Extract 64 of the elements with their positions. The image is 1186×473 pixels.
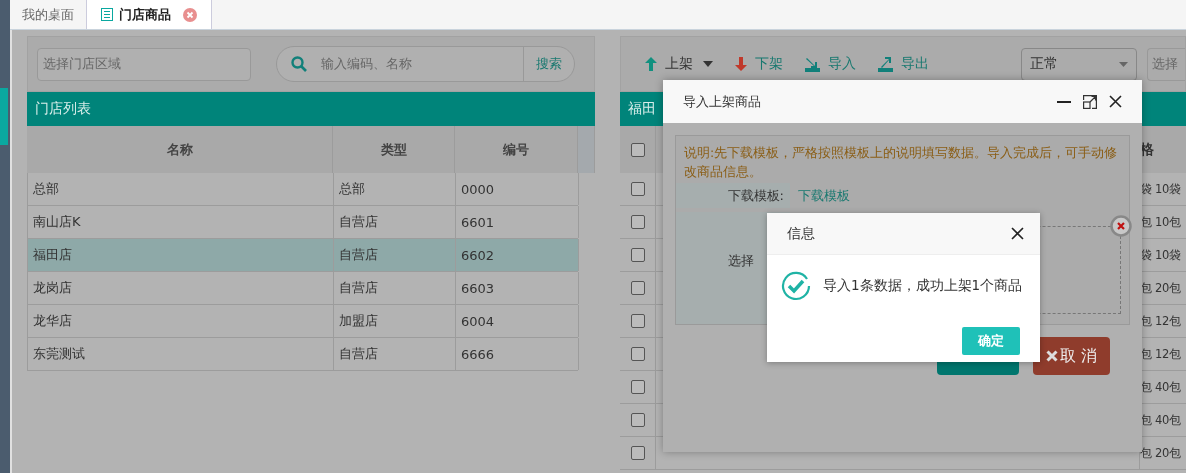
caret-icon <box>703 61 713 67</box>
table-cell: 总部 <box>28 173 334 205</box>
search-icon <box>291 56 307 72</box>
table-cell: 福田店 <box>28 239 334 271</box>
checkbox[interactable] <box>630 347 645 361</box>
cancel-button[interactable]: 取 消 <box>1033 337 1110 375</box>
table-cell: 南山店K <box>28 206 334 238</box>
table-cell: 6004 <box>456 305 579 337</box>
column-header: 类型 <box>333 126 455 173</box>
down-arrow-icon <box>735 57 747 71</box>
dialog-title: 导入上架商品 <box>683 92 762 111</box>
table-row[interactable]: 龙华店 加盟店 6004 <box>27 305 578 338</box>
table-cell: 自营店 <box>334 272 456 304</box>
table-cell: 自营店 <box>334 338 456 370</box>
sidebar-highlight <box>0 88 8 145</box>
table-row[interactable]: 福田店 自营店 6602 <box>27 239 578 272</box>
dialog-title: 信息 <box>787 224 815 243</box>
table-row[interactable]: 东莞测试 自营店 6666 <box>27 338 578 371</box>
table-cell: 龙岗店 <box>28 272 334 304</box>
table-cell: 自营店 <box>334 206 456 238</box>
tab[interactable]: 我的桌面 <box>10 0 86 29</box>
export-icon <box>878 56 893 72</box>
table-cell: 6601 <box>456 206 579 238</box>
close-icon <box>1045 350 1058 362</box>
close-icon[interactable] <box>1109 95 1122 108</box>
caret-icon <box>1119 61 1128 67</box>
instruction-text: 说明:先下载模板，严格按照模板上的说明填写数据。导入完成后，可手动修改商品信息。 <box>683 144 1119 181</box>
maximize-icon[interactable] <box>1083 94 1097 109</box>
checkbox[interactable] <box>630 142 645 157</box>
table-cell: 龙华店 <box>28 305 334 337</box>
checkbox[interactable] <box>630 215 645 229</box>
close-icon[interactable] <box>1011 227 1024 240</box>
checkbox[interactable] <box>630 248 645 262</box>
column-header: 名称 <box>27 126 333 173</box>
table-row[interactable]: 南山店K 自营店 6601 <box>27 206 578 239</box>
tab[interactable]: 门店商品 <box>86 0 212 29</box>
message-text: 导入1条数据，成功上架1个商品 <box>823 277 1023 295</box>
table-cell: 总部 <box>334 173 456 205</box>
column-header: 编号 <box>455 126 578 173</box>
remove-icon[interactable] <box>1110 214 1132 237</box>
table-cell: 自营店 <box>334 239 456 271</box>
table-cell: 加盟店 <box>334 305 456 337</box>
minimize-icon[interactable] <box>1057 100 1071 103</box>
checkbox[interactable] <box>630 446 645 460</box>
toolbar-button[interactable]: 上架 <box>645 55 713 73</box>
checkbox[interactable] <box>630 380 645 394</box>
panel-title: 门店列表 <box>27 92 595 126</box>
import-icon <box>805 56 820 72</box>
up-arrow-icon <box>645 57 657 71</box>
checkbox[interactable] <box>630 182 645 196</box>
table-cell: 0000 <box>456 173 579 205</box>
checkbox[interactable] <box>630 314 645 328</box>
table-row[interactable]: 总部 总部 0000 <box>27 173 578 206</box>
table-cell: 东莞测试 <box>28 338 334 370</box>
form-label: 下载模板: <box>676 183 790 208</box>
table-row[interactable]: 龙岗店 自营店 6603 <box>27 272 578 305</box>
list-icon <box>101 8 113 21</box>
table-cell: 6666 <box>456 338 579 370</box>
table-cell: 6603 <box>456 272 579 304</box>
table-cell: 6602 <box>456 239 579 271</box>
success-icon <box>781 271 811 301</box>
checkbox[interactable] <box>630 281 645 295</box>
header-filler <box>578 126 595 173</box>
checkbox[interactable] <box>630 413 645 427</box>
